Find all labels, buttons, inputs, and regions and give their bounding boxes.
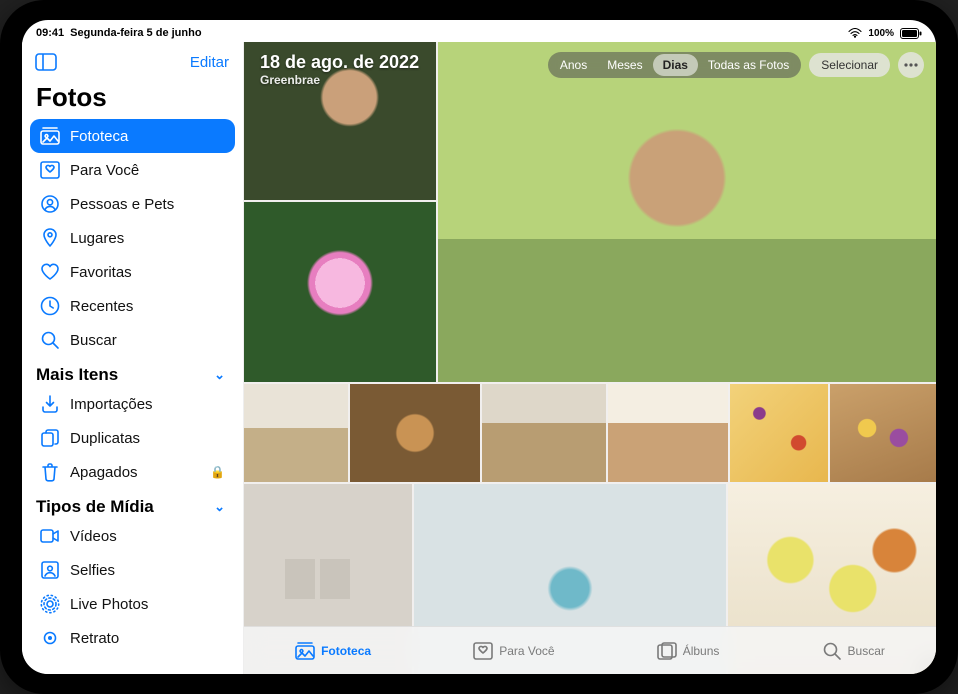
- photo-thumbnail[interactable]: [244, 42, 436, 200]
- sidebar-item-label: Pessoas e Pets: [70, 196, 225, 213]
- places-icon: [40, 228, 60, 248]
- tab-search[interactable]: Buscar: [822, 642, 885, 660]
- sidebar-item-label: Duplicatas: [70, 430, 225, 447]
- search-icon: [822, 642, 842, 660]
- library-icon: [295, 642, 315, 660]
- sidebar-item-label: Recentes: [70, 298, 225, 315]
- sidebar-item-live[interactable]: Live Photos: [30, 587, 235, 621]
- sidebar-item-search[interactable]: Buscar: [30, 323, 235, 357]
- photo-grid[interactable]: 18 de ago. de 2022 Greenbrae AnosMesesDi…: [244, 42, 936, 674]
- status-bar: 09:41 Segunda-feira 5 de junho 100%: [22, 24, 936, 42]
- chevron-down-icon: ⌄: [214, 499, 225, 515]
- photo-thumbnail-hero[interactable]: [438, 42, 936, 382]
- sidebar-item-places[interactable]: Lugares: [30, 221, 235, 255]
- download-icon: [40, 394, 60, 414]
- trash-icon: [40, 462, 60, 482]
- sidebar-item-people[interactable]: Pessoas e Pets: [30, 187, 235, 221]
- tab-label: Para Você: [499, 644, 554, 658]
- select-button[interactable]: Selecionar: [809, 53, 890, 77]
- sidebar-item-label: Live Photos: [70, 596, 225, 613]
- main-content: 18 de ago. de 2022 Greenbrae AnosMesesDi…: [244, 42, 936, 674]
- bottom-tab-bar: Fototeca Para Você Álbuns Buscar: [244, 626, 936, 674]
- tab-library[interactable]: Fototeca: [295, 642, 371, 660]
- tab-label: Álbuns: [683, 644, 720, 658]
- photo-thumbnail[interactable]: [830, 384, 936, 482]
- sidebar-title: Fotos: [30, 82, 235, 119]
- tab-albums[interactable]: Álbuns: [657, 642, 720, 660]
- sidebar-item-label: Para Você: [70, 162, 225, 179]
- sidebar-item-download[interactable]: Importações: [30, 387, 235, 421]
- sidebar-item-heart[interactable]: Favoritas: [30, 255, 235, 289]
- live-icon: [40, 594, 60, 614]
- photo-thumbnail[interactable]: [350, 384, 480, 482]
- duplicates-icon: [40, 428, 60, 448]
- sidebar-item-foryou[interactable]: Para Você: [30, 153, 235, 187]
- heart-icon: [40, 262, 60, 282]
- status-time: 09:41: [36, 27, 64, 39]
- section-more-header[interactable]: Mais Itens ⌄: [30, 357, 235, 387]
- portrait-icon: [40, 628, 60, 648]
- sidebar-item-label: Retrato: [70, 630, 225, 647]
- albums-icon: [657, 642, 677, 660]
- more-button[interactable]: [898, 52, 924, 78]
- sidebar-item-label: Apagados: [70, 464, 200, 481]
- video-icon: [40, 526, 60, 546]
- foryou-icon: [40, 160, 60, 180]
- segment-dias[interactable]: Dias: [653, 54, 698, 76]
- search-icon: [40, 330, 60, 350]
- lock-icon: 🔒: [210, 465, 225, 479]
- library-icon: [40, 126, 60, 146]
- selfie-icon: [40, 560, 60, 580]
- foryou-icon: [473, 642, 493, 660]
- tab-label: Buscar: [848, 644, 885, 658]
- status-date: Segunda-feira 5 de junho: [70, 27, 201, 39]
- sidebar-item-label: Fototeca: [70, 128, 225, 145]
- sidebar-item-clock[interactable]: Recentes: [30, 289, 235, 323]
- sidebar-toggle-button[interactable]: [34, 50, 58, 74]
- sidebar-item-video[interactable]: Vídeos: [30, 519, 235, 553]
- section-more-label: Mais Itens: [36, 365, 118, 385]
- people-icon: [40, 194, 60, 214]
- clock-icon: [40, 296, 60, 316]
- photo-thumbnail[interactable]: [244, 202, 436, 382]
- photo-thumbnail[interactable]: [608, 384, 728, 482]
- sidebar-item-label: Selfies: [70, 562, 225, 579]
- sidebar-item-portrait[interactable]: Retrato: [30, 621, 235, 655]
- photo-thumbnail[interactable]: [730, 384, 828, 482]
- chevron-down-icon: ⌄: [214, 367, 225, 383]
- photo-thumbnail[interactable]: [482, 384, 606, 482]
- screen: 09:41 Segunda-feira 5 de junho 100%: [22, 20, 936, 674]
- photo-thumbnail[interactable]: [244, 384, 348, 482]
- sidebar-item-library[interactable]: Fototeca: [30, 119, 235, 153]
- battery-icon: [900, 28, 922, 39]
- sidebar-item-label: Importações: [70, 396, 225, 413]
- sidebar-item-duplicates[interactable]: Duplicatas: [30, 421, 235, 455]
- sidebar: Editar Fotos Fototeca Para Você Pessoas e …: [22, 42, 244, 674]
- segment-anos[interactable]: Anos: [550, 54, 597, 76]
- wifi-icon: [848, 28, 862, 38]
- view-segmented-control[interactable]: AnosMesesDiasTodas as Fotos: [548, 52, 801, 78]
- segment-meses[interactable]: Meses: [597, 54, 652, 76]
- section-media-label: Tipos de Mídia: [36, 497, 154, 517]
- segment-todas-as-fotos[interactable]: Todas as Fotos: [698, 54, 799, 76]
- edit-button[interactable]: Editar: [190, 54, 229, 71]
- tab-label: Fototeca: [321, 644, 371, 658]
- sidebar-item-label: Lugares: [70, 230, 225, 247]
- tab-foryou[interactable]: Para Você: [473, 642, 554, 660]
- ipad-frame: 09:41 Segunda-feira 5 de junho 100%: [0, 0, 958, 694]
- section-media-header[interactable]: Tipos de Mídia ⌄: [30, 489, 235, 519]
- battery-percent: 100%: [868, 28, 894, 39]
- sidebar-item-trash[interactable]: Apagados 🔒: [30, 455, 235, 489]
- sidebar-item-label: Buscar: [70, 332, 225, 349]
- sidebar-item-label: Favoritas: [70, 264, 225, 281]
- sidebar-item-selfie[interactable]: Selfies: [30, 553, 235, 587]
- sidebar-item-label: Vídeos: [70, 528, 225, 545]
